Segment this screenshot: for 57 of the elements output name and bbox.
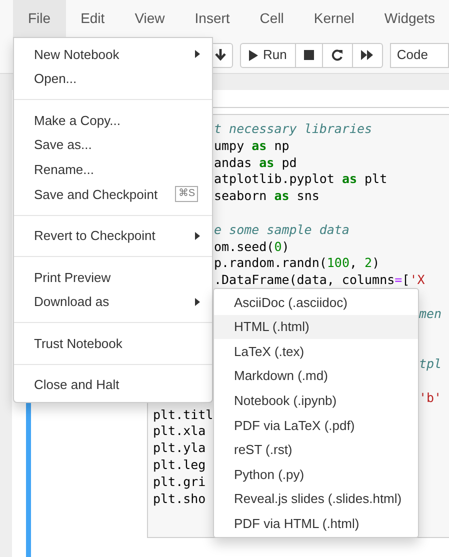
menu-item[interactable]: Edit	[66, 0, 120, 37]
menu-option[interactable]: Rename...	[14, 157, 212, 182]
code-text: plt.leg	[153, 456, 206, 472]
code-text: plt.yla	[153, 440, 206, 456]
menu-item[interactable]: Insert	[180, 0, 245, 37]
arrow-down-icon	[215, 49, 226, 61]
menu-option[interactable]: Print Preview	[14, 265, 212, 290]
menu-option[interactable]: Make a Copy...	[14, 108, 212, 133]
code-text: umpy as np	[214, 138, 290, 153]
menu-option[interactable]: Revert to Checkpoint	[14, 224, 212, 248]
code-text: men	[419, 306, 442, 321]
menu-item[interactable]: View	[120, 0, 180, 37]
menu-item[interactable]: Kernel	[298, 0, 370, 37]
menu-option[interactable]: Trust Notebook	[14, 331, 212, 356]
menu-option[interactable]: Reveal.js slides (.slides.html)	[214, 486, 418, 512]
code-text: 'b'	[419, 390, 442, 405]
code-text: om.seed(0)	[214, 238, 290, 254]
menu-option[interactable]: Python (.py)	[214, 462, 418, 487]
cell-type-select[interactable]: Code	[390, 42, 449, 68]
code-text: plt.gri	[153, 474, 206, 489]
menu-option[interactable]: New Notebook	[14, 42, 212, 67]
menu-item[interactable]: Widgets	[369, 0, 449, 37]
menu-option[interactable]: Close and Halt	[14, 372, 212, 398]
code-text: plt.titl	[153, 406, 214, 422]
code-text: seaborn as sns	[214, 188, 320, 204]
menu-option[interactable]: PDF via LaTeX (.pdf)	[214, 412, 418, 438]
code-text: .DataFrame(data, columns=['X	[214, 272, 425, 288]
code-text: atplotlib.pyplot as plt	[214, 171, 388, 186]
restart-icon	[331, 49, 344, 61]
menu-option[interactable]: Download as	[14, 290, 212, 314]
menu-option[interactable]: AsciiDoc (.asciidoc)	[214, 290, 418, 315]
stop-icon	[304, 50, 314, 60]
menu-option[interactable]: PDF via HTML (.html)	[214, 511, 418, 536]
menu-option[interactable]: LaTeX (.tex)	[214, 339, 418, 364]
fast-forward-button[interactable]	[352, 42, 383, 68]
menu-item[interactable]: File	[13, 0, 66, 37]
menu-option[interactable]: Markdown (.md)	[214, 364, 418, 388]
code-text: t necessary libraries	[214, 121, 372, 136]
code-text: plt.sho	[153, 490, 206, 506]
code-text: andas as pd	[214, 154, 297, 170]
menu-option[interactable]: reST (.rst)	[214, 438, 418, 462]
code-text: p.random.randn(100, 2)	[214, 255, 380, 270]
menu-option[interactable]: HTML (.html)	[214, 314, 418, 340]
stop-button[interactable]	[296, 42, 323, 68]
menu-option[interactable]: Open...	[14, 66, 212, 92]
restart-button[interactable]	[322, 42, 353, 68]
menu-item[interactable]: Cell	[244, 0, 299, 37]
fast-forward-icon	[361, 50, 374, 60]
menu-option[interactable]: Save as...	[14, 132, 212, 158]
code-text: e some sample data	[214, 222, 350, 237]
play-icon	[249, 50, 258, 60]
run-button[interactable]: Run	[240, 42, 296, 68]
menu-option[interactable]: Save and Checkpoint ⌘S	[14, 182, 212, 207]
code-text: plt.xla	[153, 423, 206, 438]
code-text: tpl	[419, 356, 442, 372]
shortcut-key: ⌘S	[175, 186, 198, 202]
menu-option[interactable]: Notebook (.ipynb)	[214, 388, 418, 413]
